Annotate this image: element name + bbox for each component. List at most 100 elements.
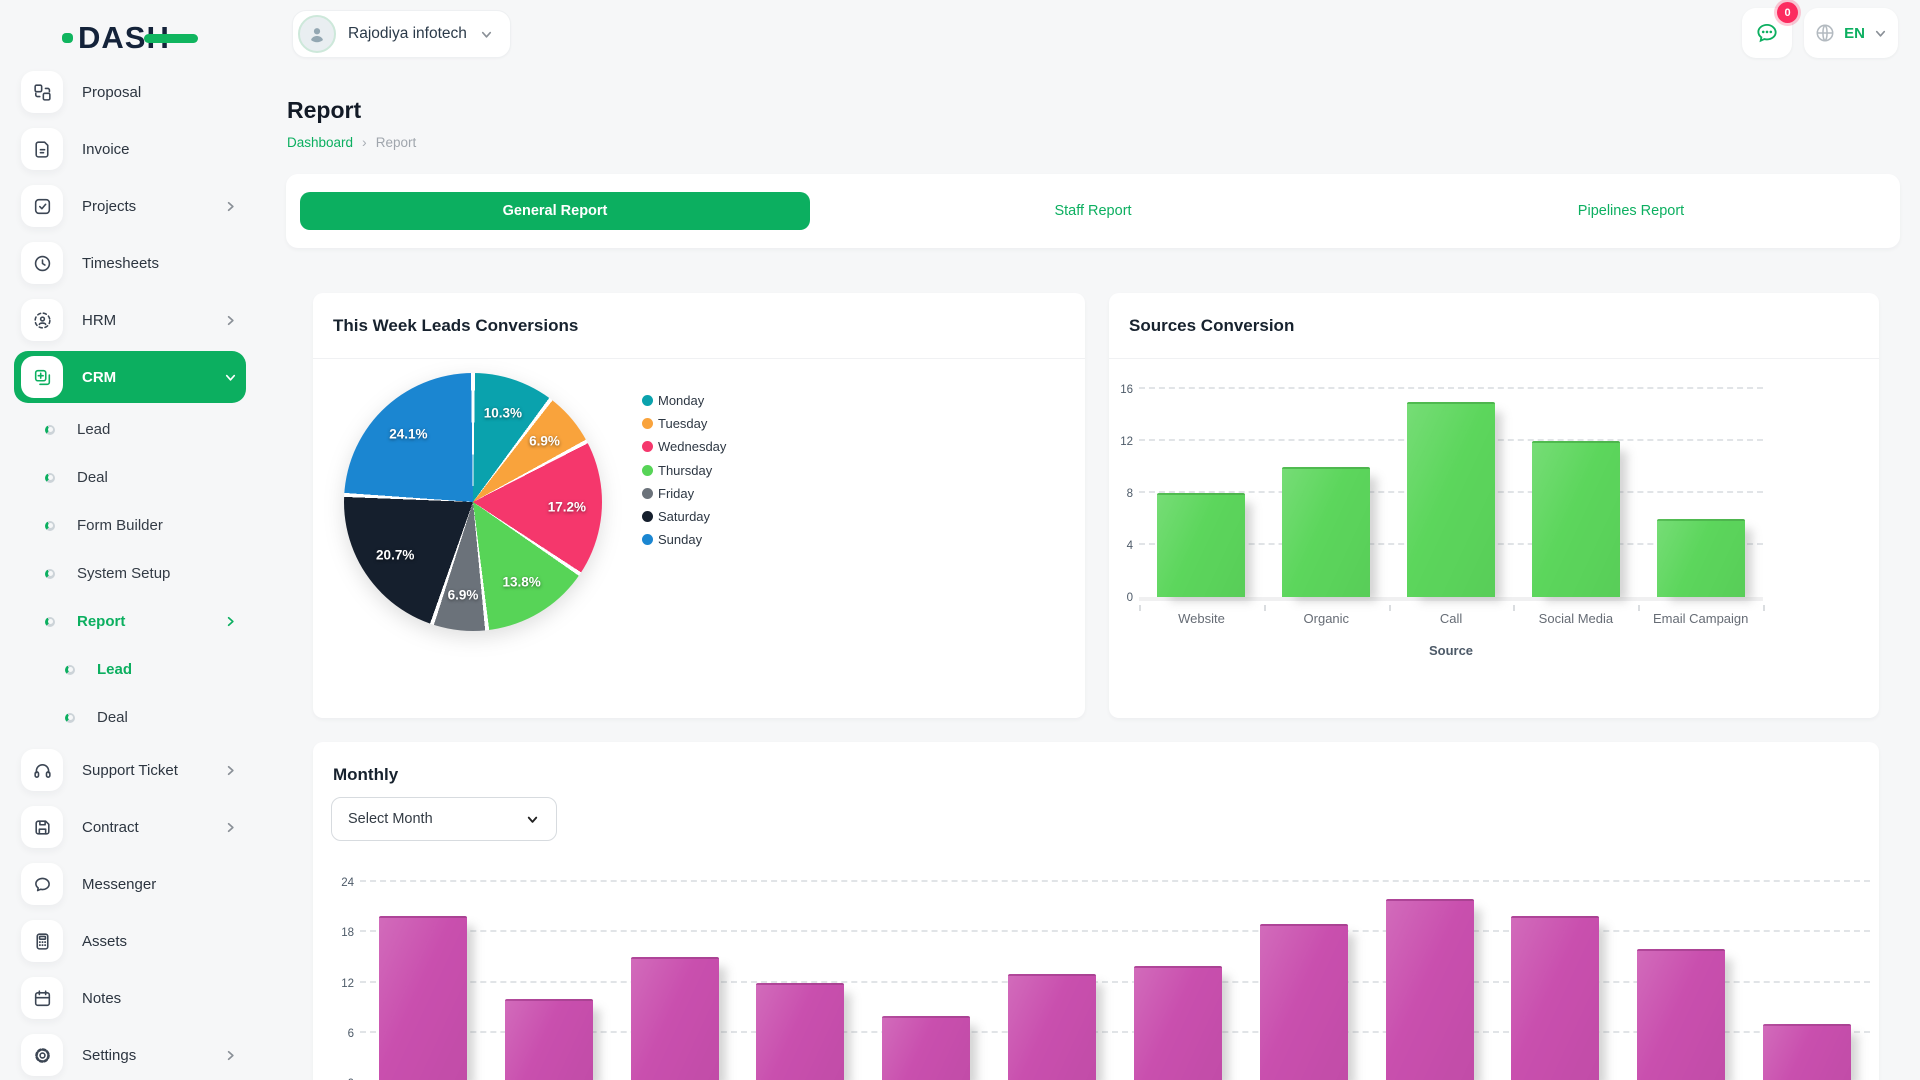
y-axis-tick: 12 (324, 978, 354, 990)
support-icon (21, 749, 63, 791)
monthly-bar-chart: 06121824 (360, 862, 1870, 1080)
legend-label: Tuesday (658, 416, 707, 431)
sidebar-item-deal[interactable]: Deal (14, 456, 246, 499)
language-selector[interactable]: EN (1804, 8, 1898, 58)
breadcrumb: Dashboard › Report (287, 134, 416, 150)
sidebar-item-hrm[interactable]: HRM (14, 294, 246, 346)
legend-dot-icon (642, 395, 653, 406)
sidebar-item-lead[interactable]: Lead (14, 408, 246, 451)
monthly-bar-11 (1637, 949, 1725, 1080)
sidebar-item-assets[interactable]: Assets (14, 915, 246, 967)
company-selector[interactable]: Rajodiya infotech (292, 10, 511, 58)
sidebar-item-settings[interactable]: Settings (14, 1029, 246, 1080)
y-axis-tick: 8 (1103, 488, 1133, 500)
logo-dash-icon (62, 33, 73, 43)
chevron-down-icon (1873, 26, 1888, 41)
sidebar-item-projects[interactable]: Projects (14, 180, 246, 232)
sidebar-item-system-setup[interactable]: System Setup (14, 552, 246, 595)
y-axis-tick: 16 (1103, 384, 1133, 396)
hrm-icon (21, 299, 63, 341)
company-avatar (298, 15, 336, 53)
legend-item-tuesday[interactable]: Tuesday (642, 412, 726, 435)
legend-item-wednesday[interactable]: Wednesday (642, 435, 726, 458)
sidebar-item-label: CRM (82, 369, 223, 386)
sidebar-item-proposal[interactable]: Proposal (14, 66, 246, 118)
contract-icon (21, 806, 63, 848)
legend-label: Friday (658, 486, 694, 501)
sidebar-item-report[interactable]: Report (14, 600, 246, 643)
report-tabbar: General Report Staff Report Pipelines Re… (286, 174, 1900, 248)
legend-dot-icon (642, 465, 653, 476)
monthly-bar-7 (1134, 966, 1222, 1080)
pie-value-tuesday: 6.9% (529, 434, 560, 449)
leads-pie-chart: 10.3%6.9%17.2%13.8%6.9%20.7%24.1% (344, 373, 602, 631)
breadcrumb-dashboard-link[interactable]: Dashboard (287, 135, 353, 150)
tab-staff-report[interactable]: Staff Report (824, 174, 1362, 248)
sidebar: ProposalInvoice Projects TimesheetsHRM CRM L… (0, 66, 260, 1080)
monthly-bar-6 (1008, 974, 1096, 1080)
select-month-dropdown[interactable]: Select Month (331, 797, 557, 841)
sidebar-item-contract[interactable]: Contract (14, 801, 246, 853)
monthly-bar-4 (756, 983, 844, 1080)
chevron-right-icon (223, 1048, 238, 1063)
y-axis-tick: 0 (1103, 592, 1133, 604)
timesheets-icon (21, 242, 63, 284)
sidebar-item-label: Contract (82, 819, 223, 836)
sidebar-item-crm[interactable]: CRM (14, 351, 246, 403)
sidebar-item-messenger[interactable]: Messenger (14, 858, 246, 910)
crm-icon (21, 356, 63, 398)
card-title: Monthly (333, 765, 398, 785)
x-axis-category: Email Campaign (1638, 611, 1763, 626)
invoice-icon (21, 128, 63, 170)
bar-call (1407, 402, 1495, 597)
globe-icon (1814, 22, 1836, 44)
legend-item-sunday[interactable]: Sunday (642, 528, 726, 551)
monthly-bar-9 (1386, 899, 1474, 1080)
bullet-icon (45, 521, 55, 531)
y-axis-tick: 6 (324, 1028, 354, 1040)
tab-pipelines-report[interactable]: Pipelines Report (1362, 174, 1900, 248)
y-axis-tick: 4 (1103, 540, 1133, 552)
legend-item-monday[interactable]: Monday (642, 389, 726, 412)
sidebar-item-label: Lead (77, 421, 238, 438)
chevron-down-icon (223, 370, 238, 385)
x-axis-category: Organic (1264, 611, 1389, 626)
pie-value-sunday: 24.1% (389, 426, 427, 441)
sidebar-item-timesheets[interactable]: Timesheets (14, 237, 246, 289)
sidebar-item-label: Settings (82, 1047, 223, 1064)
legend-item-thursday[interactable]: Thursday (642, 459, 726, 482)
bar-social-media (1532, 441, 1620, 597)
company-name: Rajodiya infotech (348, 25, 467, 43)
sidebar-item-lead[interactable]: Lead (14, 648, 246, 691)
bar-email-campaign (1657, 519, 1745, 597)
monthly-bar-5 (882, 1016, 970, 1080)
messages-button[interactable]: 0 (1742, 8, 1792, 58)
sidebar-item-label: Projects (82, 198, 223, 215)
sidebar-item-label: Report (77, 613, 223, 630)
sidebar-item-invoice[interactable]: Invoice (14, 123, 246, 175)
y-axis-tick: 24 (324, 877, 354, 889)
sidebar-item-deal[interactable]: Deal (14, 696, 246, 739)
legend-label: Sunday (658, 532, 702, 547)
leads-conversions-card: This Week Leads Conversions 10.3%6.9%17.… (313, 293, 1085, 718)
sidebar-item-label: Form Builder (77, 517, 238, 534)
y-axis-tick: 12 (1103, 436, 1133, 448)
sidebar-item-form-builder[interactable]: Form Builder (14, 504, 246, 547)
sources-bar-chart: 0481216 (1139, 381, 1763, 601)
app-logo[interactable]: DASH (62, 16, 198, 60)
chevron-right-icon (223, 820, 238, 835)
assets-icon (21, 920, 63, 962)
chevron-down-icon (525, 812, 540, 827)
pie-legend: Monday Tuesday Wednesday Thursday Friday Satu… (642, 389, 726, 551)
sidebar-item-label: Assets (82, 933, 238, 950)
legend-item-saturday[interactable]: Saturday (642, 505, 726, 528)
pie-value-friday: 6.9% (448, 588, 479, 603)
legend-label: Thursday (658, 463, 712, 478)
sidebar-item-support-ticket[interactable]: Support Ticket (14, 744, 246, 796)
legend-item-friday[interactable]: Friday (642, 482, 726, 505)
monthly-bar-12 (1763, 1024, 1851, 1080)
chat-icon (1754, 20, 1780, 46)
dashboard-page: DASH Rajodiya infotech 0 EN ProposalInvo… (0, 0, 1920, 1080)
tab-general-report[interactable]: General Report (286, 174, 824, 248)
sidebar-item-notes[interactable]: Notes (14, 972, 246, 1024)
